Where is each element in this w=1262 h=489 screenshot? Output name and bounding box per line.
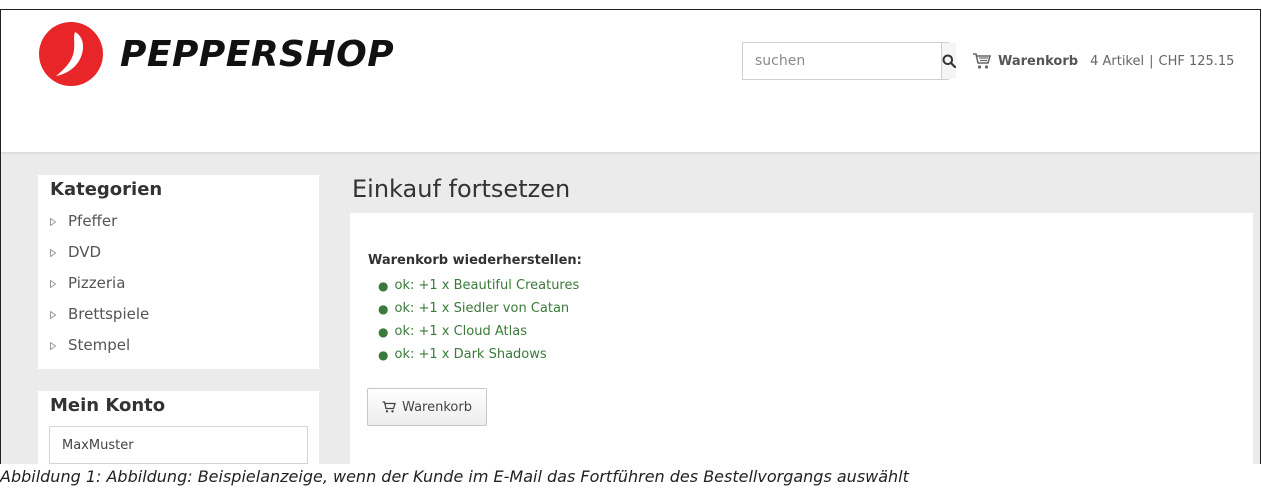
main-content: Warenkorb wiederherstellen: ● ok: +1 x Be… (350, 213, 1253, 464)
category-item-dvd[interactable]: DVD (50, 236, 319, 267)
restore-item-text: ok: +1 x Cloud Atlas (394, 324, 527, 339)
list-item: ● ok: +1 x Dark Shadows (378, 343, 579, 366)
triangle-right-icon (50, 336, 68, 354)
search-box (742, 42, 956, 80)
cart-link[interactable]: Warenkorb (998, 54, 1078, 69)
category-item-pfeffer[interactable]: Pfeffer (50, 205, 319, 236)
bullet-icon: ● (378, 324, 389, 339)
triangle-right-icon (50, 274, 68, 292)
username-field[interactable]: MaxMuster (49, 426, 308, 464)
list-item: ● ok: +1 x Siedler von Catan (378, 297, 579, 320)
bullet-icon: ● (378, 278, 389, 293)
cart-icon (382, 401, 396, 413)
page-title: Einkauf fortsetzen (352, 175, 571, 203)
cart-icon (973, 53, 992, 69)
category-item-stempel[interactable]: Stempel (50, 329, 319, 360)
restore-item-text: ok: +1 x Beautiful Creatures (394, 278, 580, 293)
category-label: DVD (68, 242, 102, 261)
list-item: ● ok: +1 x Beautiful Creatures (378, 274, 579, 297)
triangle-right-icon (50, 243, 68, 261)
brand-name: PEPPERSHOP (120, 33, 395, 75)
triangle-right-icon (50, 305, 68, 323)
cart-item-count: 4 Artikel (1090, 53, 1145, 69)
categories-title: Kategorien (50, 179, 163, 200)
categories-panel: Kategorien Pfeffer DVD Pizzeria Brettspi… (38, 175, 319, 369)
cart-separator: | (1149, 53, 1154, 69)
cart-button-label: Warenkorb (402, 399, 472, 415)
search-input[interactable] (743, 43, 941, 79)
account-panel: Mein Konto MaxMuster (38, 391, 319, 464)
site-header: PEPPERSHOP Warenkorb 4 Artikel | C (1, 10, 1260, 152)
figure-caption: Abbildung 1: Abbildung: Beispielanzeige,… (0, 467, 909, 486)
category-label: Pfeffer (68, 211, 118, 230)
account-title: Mein Konto (50, 395, 166, 416)
list-item: ● ok: +1 x Cloud Atlas (378, 320, 579, 343)
bullet-icon: ● (378, 301, 389, 316)
triangle-right-icon (50, 212, 68, 230)
category-list: Pfeffer DVD Pizzeria Brettspiele Stempel (50, 205, 319, 360)
category-label: Brettspiele (68, 304, 150, 323)
bullet-icon: ● (378, 347, 389, 362)
browser-viewport: PEPPERSHOP Warenkorb 4 Artikel | C (0, 9, 1261, 464)
cart-button[interactable]: Warenkorb (367, 388, 487, 426)
restore-heading: Warenkorb wiederherstellen: (368, 253, 582, 268)
category-item-pizzeria[interactable]: Pizzeria (50, 267, 319, 298)
cart-summary[interactable]: Warenkorb 4 Artikel | CHF 125.15 (972, 52, 1234, 70)
restore-item-text: ok: +1 x Dark Shadows (394, 347, 547, 362)
category-label: Stempel (68, 335, 131, 354)
pepper-logo-icon (39, 22, 103, 86)
restore-item-text: ok: +1 x Siedler von Catan (394, 301, 570, 316)
search-button[interactable] (941, 43, 956, 79)
category-item-brettspiele[interactable]: Brettspiele (50, 298, 319, 329)
search-icon (942, 54, 956, 68)
category-label: Pizzeria (68, 273, 126, 292)
restore-list: ● ok: +1 x Beautiful Creatures ● ok: +1 x … (378, 274, 579, 366)
cart-total: CHF 125.15 (1158, 53, 1235, 69)
brand-logo[interactable]: PEPPERSHOP (39, 22, 394, 86)
